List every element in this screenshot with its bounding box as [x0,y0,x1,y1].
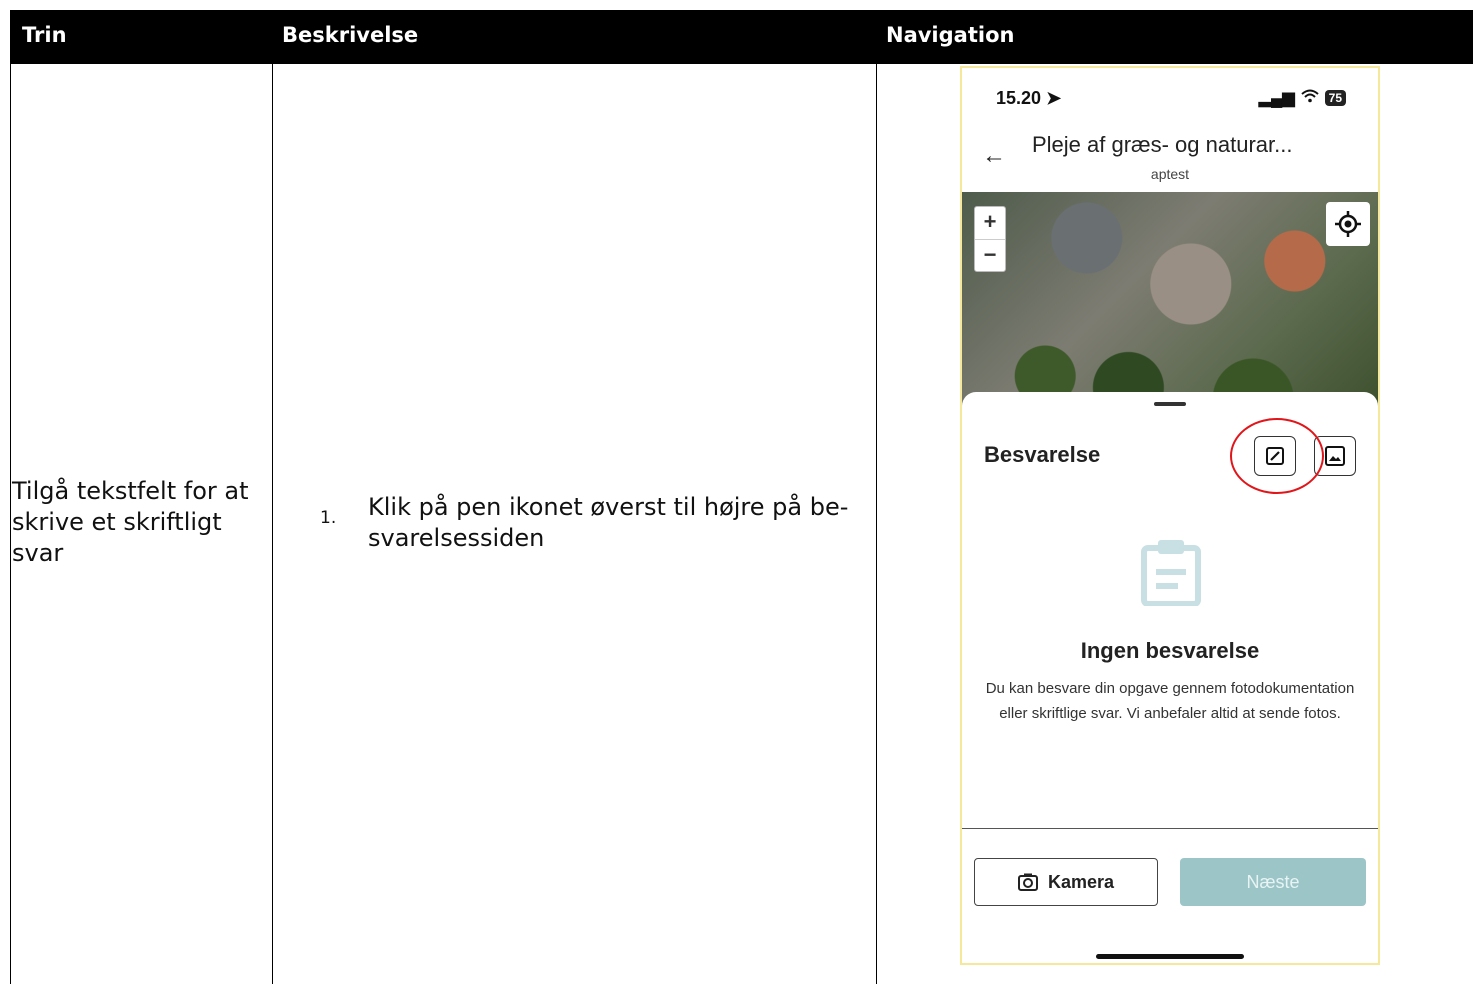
locate-button[interactable] [1326,202,1370,246]
sheet-title: Besvarelse [984,442,1101,467]
empty-state-text: Du kan besvare din opgave gennem fotodok… [985,680,1355,722]
next-button[interactable]: Næste [1180,858,1366,906]
camera-icon [1017,873,1038,891]
sheet-drag-handle[interactable] [1154,402,1186,406]
signal-icon: ▂▄▆ [1258,90,1295,107]
highlight-circle [1230,418,1324,494]
task-subtitle: aptest [1150,166,1190,182]
zoom-control: + − [974,206,1006,272]
image-icon [1325,446,1345,466]
battery-icon: 75 [1324,90,1346,106]
clipboard-icon [1140,538,1202,611]
step-description: Klik på pen ikonet øverst til højre på b… [368,493,849,552]
table-divider-2 [876,64,877,984]
crosshair-icon [1335,211,1361,237]
status-icons: ▂▄▆ 75 [1259,88,1346,108]
table-border-left [10,64,11,984]
satellite-map[interactable]: + − [962,192,1378,422]
status-time: 15.20 ➤ [996,88,1061,109]
phone-screenshot: 15.20 ➤ ▂▄▆ 75 ← Pleje af græs- og natur… [960,66,1380,965]
next-button-label: Næste [1246,871,1300,892]
step-number: 1. [320,508,337,528]
table-header: Trin Beskrivelse Navigation [10,10,1473,64]
trin-cell: Tilgå tekstfelt for at skrive et skriftl… [12,477,249,567]
task-title: Pleje af græs- og naturar... [1032,132,1293,157]
table-divider-1 [272,64,273,984]
header-beskrivelse: Beskrivelse [282,23,419,47]
time-text: 15.20 [996,88,1042,108]
location-arrow-icon: ➤ [1046,88,1062,108]
camera-button[interactable]: Kamera [974,858,1158,906]
header-trin: Trin [22,23,67,47]
wifi-icon [1300,89,1319,108]
bottom-divider [962,828,1378,829]
zoom-in-button[interactable]: + [975,207,1005,239]
header-navigation: Navigation [886,23,1015,47]
answer-sheet: Besvarelse Ingen besvarelse Du kan besva… [962,392,1378,963]
zoom-out-button[interactable]: − [975,239,1005,272]
empty-state-title: Ingen besvarelse [1080,638,1260,663]
camera-button-label: Kamera [1047,871,1115,892]
home-indicator [1096,954,1244,959]
